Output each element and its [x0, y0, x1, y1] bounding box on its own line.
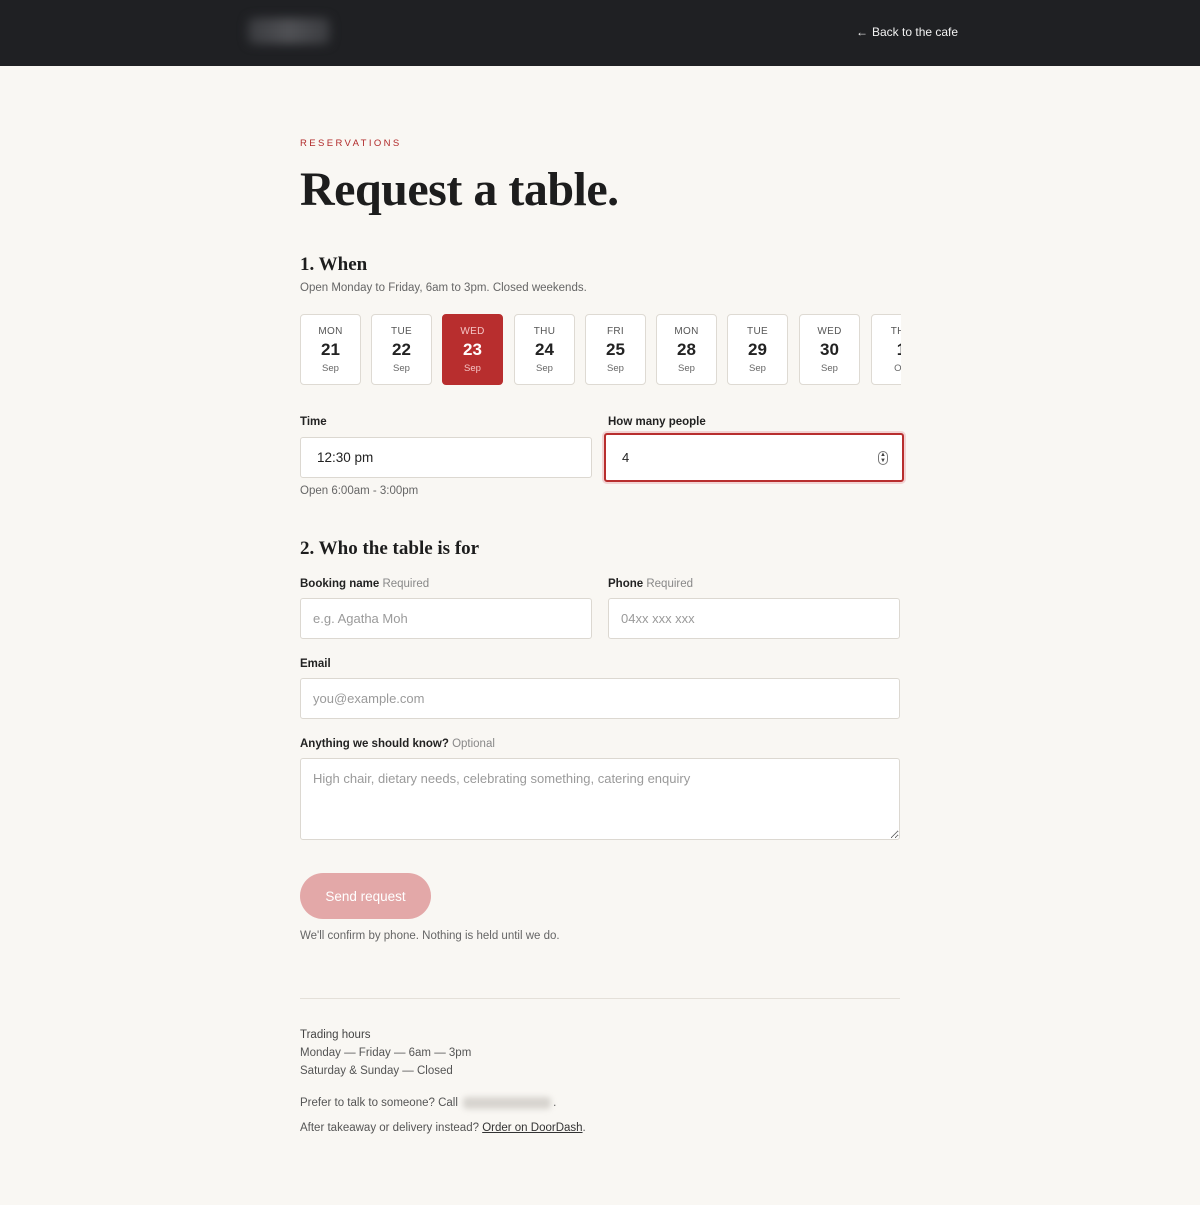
booking-name-placeholder: e.g. Agatha Moh — [313, 611, 408, 626]
time-input[interactable]: 12:30 pm — [300, 437, 592, 478]
when-section-title: 1. When — [300, 254, 368, 275]
top-bar: ← Back to the cafe — [0, 0, 1200, 66]
back-to-cafe-link[interactable]: ← Back to the cafe — [856, 25, 958, 39]
takeaway-line: After takeaway or delivery instead? Orde… — [300, 1122, 586, 1134]
date-day: 28 — [677, 340, 696, 359]
call-line: Prefer to talk to someone? Call . — [300, 1097, 556, 1109]
arrow-left-icon: ← — [856, 25, 868, 39]
divider — [300, 998, 900, 999]
back-link-label: Back to the cafe — [872, 25, 959, 39]
date-option-selected[interactable]: WED 23 Sep — [442, 314, 503, 385]
date-day: 24 — [535, 340, 554, 359]
when-section-subtitle: Open Monday to Friday, 6am to 3pm. Close… — [300, 282, 587, 294]
date-month: Sep — [749, 363, 766, 374]
date-option[interactable]: TUE 29 Sep — [727, 314, 788, 385]
date-month: Sep — [607, 363, 624, 374]
time-label: Time — [300, 416, 327, 428]
date-picker: MON 21 Sep TUE 22 Sep WED 23 Sep THU 24 … — [300, 314, 901, 386]
date-option[interactable]: TUE 22 Sep — [371, 314, 432, 385]
doordash-link[interactable]: Order on DoorDash — [482, 1122, 582, 1134]
date-day: 22 — [392, 340, 411, 359]
call-suffix: . — [553, 1097, 557, 1110]
phone-input[interactable]: 04xx xxx xxx — [608, 598, 900, 639]
trading-hours-title: Trading hours — [300, 1029, 371, 1041]
date-option[interactable]: WED 30 Sep — [799, 314, 860, 385]
section-eyebrow: RESERVATIONS — [300, 138, 402, 149]
date-option[interactable]: FRI 25 Sep — [585, 314, 646, 385]
booking-name-label-text: Booking name — [300, 578, 380, 590]
date-dow: MON — [318, 326, 343, 337]
who-section-title: 2. Who the table is for — [300, 538, 480, 559]
send-request-button[interactable]: Send request — [300, 873, 431, 919]
date-day: 29 — [748, 340, 767, 359]
time-value: 12:30 pm — [317, 450, 374, 465]
date-day: 23 — [463, 340, 482, 359]
trading-hours-weekday: Monday — Friday — 6am — 3pm — [300, 1047, 472, 1059]
people-label: How many people — [608, 416, 706, 428]
date-dow: TUE — [391, 326, 412, 337]
optional-hint: Optional — [452, 738, 495, 750]
date-dow: MON — [674, 326, 699, 337]
date-dow: THU — [533, 326, 556, 337]
date-option[interactable]: MON 28 Sep — [656, 314, 717, 385]
date-month: Sep — [464, 363, 481, 374]
date-month: Sep — [393, 363, 410, 374]
date-dow: FRI — [606, 326, 624, 337]
cafe-logo[interactable] — [248, 18, 330, 44]
required-hint: Required — [382, 578, 430, 590]
page-title: Request a table. — [300, 163, 619, 216]
date-month: Oct — [894, 363, 901, 374]
phone-number-link[interactable] — [463, 1097, 552, 1109]
people-value: 4 — [622, 450, 630, 465]
date-dow: TUE — [747, 326, 768, 337]
email-input[interactable]: you@example.com — [300, 678, 900, 719]
date-dow: WED — [460, 326, 485, 337]
notes-label-text: Anything we should know? — [300, 738, 449, 750]
date-dow: THU — [890, 326, 901, 337]
date-option[interactable]: MON 21 Sep — [300, 314, 361, 385]
date-dow: WED — [817, 326, 842, 337]
date-month: Sep — [821, 363, 838, 374]
stepper-icon[interactable]: ▲ ▼ — [878, 451, 888, 465]
date-month: Sep — [322, 363, 339, 374]
required-hint: Required — [646, 578, 694, 590]
date-option[interactable]: THU 24 Sep — [514, 314, 575, 385]
notes-textarea[interactable] — [300, 758, 900, 840]
call-prefix: Prefer to talk to someone? Call — [300, 1097, 458, 1110]
date-option[interactable]: THU 1 Oct — [871, 314, 901, 385]
booking-name-label: Booking name Required — [300, 578, 429, 590]
date-month: Sep — [536, 363, 553, 374]
date-day: 30 — [820, 340, 839, 359]
date-day: 21 — [321, 340, 340, 359]
date-month: Sep — [678, 363, 695, 374]
time-help: Open 6:00am - 3:00pm — [300, 485, 419, 497]
phone-label-text: Phone — [608, 578, 644, 590]
email-placeholder: you@example.com — [313, 691, 425, 706]
notes-label: Anything we should know? Optional — [300, 738, 495, 750]
email-label: Email — [300, 658, 331, 670]
people-input[interactable]: 4 ▲ ▼ — [604, 433, 904, 482]
takeaway-suffix: . — [582, 1122, 586, 1134]
trading-hours-weekend: Saturday & Sunday — Closed — [300, 1065, 453, 1077]
confirm-note: We'll confirm by phone. Nothing is held … — [300, 930, 560, 942]
takeaway-prefix: After takeaway or delivery instead? — [300, 1122, 479, 1134]
phone-placeholder: 04xx xxx xxx — [621, 611, 695, 626]
date-day: 25 — [606, 340, 625, 359]
date-day: 1 — [872, 340, 901, 360]
phone-label: Phone Required — [608, 578, 693, 590]
booking-name-input[interactable]: e.g. Agatha Moh — [300, 598, 592, 639]
